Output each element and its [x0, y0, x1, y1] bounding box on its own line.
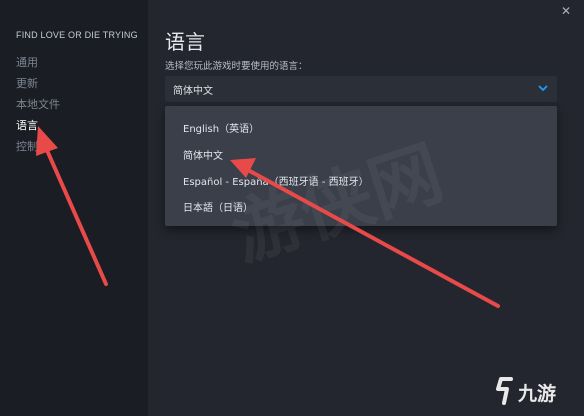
sidebar-item-updates[interactable]: 更新 — [16, 75, 38, 91]
language-option-simplified-chinese[interactable]: 简体中文 — [183, 147, 223, 162]
sidebar: FIND LOVE OR DIE TRYING 通用 更新 本地文件 语言 控制… — [0, 0, 148, 416]
game-title: FIND LOVE OR DIE TRYING — [16, 30, 138, 40]
sidebar-item-general[interactable]: 通用 — [16, 54, 38, 70]
close-icon: ✕ — [560, 4, 572, 18]
sidebar-item-controller[interactable]: 控制器 — [16, 138, 49, 154]
sidebar-item-local-files[interactable]: 本地文件 — [16, 96, 60, 112]
logo-text: 九游 — [518, 383, 557, 405]
jiuyou-logo: 九游 — [496, 374, 580, 408]
sidebar-item-language[interactable]: 语言 — [16, 117, 38, 133]
chevron-down-icon — [538, 85, 548, 92]
language-field-label: 选择您玩此游戏时要使用的语言： — [165, 61, 308, 72]
close-button[interactable]: ✕ — [554, 2, 578, 20]
jiuyou-logo-icon — [496, 377, 513, 405]
page-title: 语言 — [165, 30, 205, 54]
language-select[interactable]: 简体中文 — [165, 76, 557, 102]
language-select-value: 简体中文 — [173, 86, 213, 97]
language-option-english[interactable]: English（英语） — [183, 120, 259, 135]
